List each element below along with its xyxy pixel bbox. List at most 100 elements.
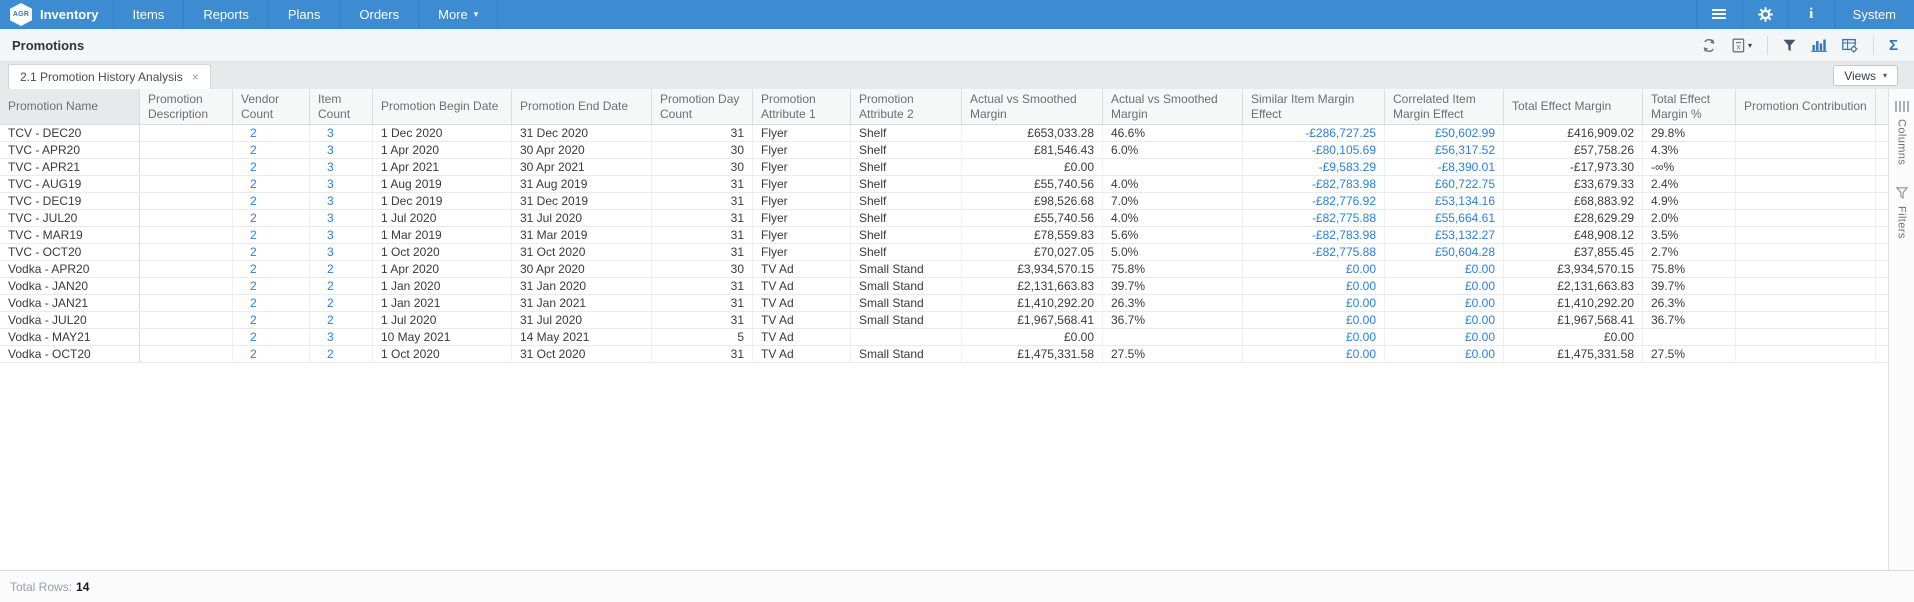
column-header-begin[interactable]: Promotion Begin Date (373, 89, 512, 124)
cell-similar[interactable]: £0.00 (1243, 346, 1385, 362)
cell-correlated[interactable]: £0.00 (1385, 312, 1504, 328)
nav-item-items[interactable]: Items (114, 0, 185, 29)
cell-correlated[interactable]: £60,722.75 (1385, 176, 1504, 192)
cell-correlated[interactable]: £53,134.16 (1385, 193, 1504, 209)
nav-item-plans[interactable]: Plans (269, 0, 341, 29)
table-row[interactable]: TVC - APR21231 Apr 202130 Apr 202130Flye… (0, 159, 1888, 176)
column-header-name[interactable]: Promotion Name (0, 89, 140, 124)
table-row[interactable]: TCV - DEC20231 Dec 202031 Dec 202031Flye… (0, 125, 1888, 142)
table-row[interactable]: TVC - MAR19231 Mar 201931 Mar 201931Flye… (0, 227, 1888, 244)
cell-correlated[interactable]: £56,317.52 (1385, 142, 1504, 158)
cell-vendor[interactable]: 2 (233, 227, 310, 243)
views-button[interactable]: Views ▾ (1833, 65, 1898, 86)
cell-item[interactable]: 3 (310, 227, 373, 243)
column-header-vendor[interactable]: Vendor Count (233, 89, 310, 124)
nav-item-orders[interactable]: Orders (340, 0, 419, 29)
nav-item-more[interactable]: More▾ (419, 0, 498, 29)
cell-vendor[interactable]: 2 (233, 193, 310, 209)
list-menu-button[interactable] (1696, 0, 1742, 29)
cell-vendor[interactable]: 2 (233, 329, 310, 345)
filter-button[interactable] (1783, 39, 1796, 52)
cell-correlated[interactable]: £50,604.28 (1385, 244, 1504, 260)
app-brand[interactable]: AGR Inventory (0, 0, 114, 29)
cell-item[interactable]: 2 (310, 346, 373, 362)
table-row[interactable]: Vodka - APR20221 Apr 202030 Apr 202030TV… (0, 261, 1888, 278)
cell-correlated[interactable]: £0.00 (1385, 295, 1504, 311)
cell-item[interactable]: 3 (310, 193, 373, 209)
cell-correlated[interactable]: £0.00 (1385, 278, 1504, 294)
column-header-desc[interactable]: Promotion Description (140, 89, 233, 124)
cell-correlated[interactable]: £53,132.27 (1385, 227, 1504, 243)
cell-item[interactable]: 3 (310, 244, 373, 260)
tab-promotion-history-analysis[interactable]: 2.1 Promotion History Analysis × (8, 64, 211, 89)
cell-item[interactable]: 2 (310, 295, 373, 311)
cell-item[interactable]: 3 (310, 159, 373, 175)
cell-item[interactable]: 3 (310, 210, 373, 226)
cell-correlated[interactable]: £0.00 (1385, 261, 1504, 277)
cell-vendor[interactable]: 2 (233, 346, 310, 362)
column-header-correlated[interactable]: Correlated Item Margin Effect (1385, 89, 1504, 124)
table-row[interactable]: TVC - APR20231 Apr 202030 Apr 202030Flye… (0, 142, 1888, 159)
filters-panel-button[interactable]: Filters (1896, 187, 1908, 239)
cell-item[interactable]: 2 (310, 278, 373, 294)
table-row[interactable]: Vodka - JUL20221 Jul 202031 Jul 202031TV… (0, 312, 1888, 329)
table-row[interactable]: TVC - AUG19231 Aug 201931 Aug 201931Flye… (0, 176, 1888, 193)
cell-vendor[interactable]: 2 (233, 159, 310, 175)
cell-correlated[interactable]: -£8,390.01 (1385, 159, 1504, 175)
cell-correlated[interactable]: £55,664.61 (1385, 210, 1504, 226)
column-header-avsm_pct[interactable]: Actual vs Smoothed Margin (1103, 89, 1243, 124)
column-header-end[interactable]: Promotion End Date (512, 89, 652, 124)
cell-similar[interactable]: £0.00 (1243, 278, 1385, 294)
cell-correlated[interactable]: £0.00 (1385, 346, 1504, 362)
cell-correlated[interactable]: £50,602.99 (1385, 125, 1504, 141)
cell-vendor[interactable]: 2 (233, 125, 310, 141)
column-header-attr1[interactable]: Promotion Attribute 1 (753, 89, 851, 124)
column-header-attr2[interactable]: Promotion Attribute 2 (851, 89, 962, 124)
cell-similar[interactable]: -£82,775.88 (1243, 210, 1385, 226)
table-row[interactable]: Vodka - JAN21221 Jan 202131 Jan 202131TV… (0, 295, 1888, 312)
cell-item[interactable]: 2 (310, 261, 373, 277)
cell-similar[interactable]: -£9,583.29 (1243, 159, 1385, 175)
system-menu[interactable]: System (1834, 0, 1914, 29)
cell-similar[interactable]: -£80,105.69 (1243, 142, 1385, 158)
export-excel-button[interactable]: x ▾ (1732, 38, 1752, 53)
cell-item[interactable]: 3 (310, 329, 373, 345)
cell-similar[interactable]: -£82,783.98 (1243, 176, 1385, 192)
table-row[interactable]: TVC - JUL20231 Jul 202031 Jul 202031Flye… (0, 210, 1888, 227)
table-settings-button[interactable] (1842, 38, 1858, 53)
info-button[interactable]: i (1788, 0, 1834, 29)
table-row[interactable]: Vodka - OCT20221 Oct 202031 Oct 202031TV… (0, 346, 1888, 363)
column-header-total_pct[interactable]: Total Effect Margin % (1643, 89, 1736, 124)
cell-similar[interactable]: -£82,775.88 (1243, 244, 1385, 260)
table-row[interactable]: TVC - OCT20231 Oct 202031 Oct 202031Flye… (0, 244, 1888, 261)
nav-item-reports[interactable]: Reports (184, 0, 269, 29)
cell-vendor[interactable]: 2 (233, 295, 310, 311)
table-row[interactable]: Vodka - MAY212310 May 202114 May 20215TV… (0, 329, 1888, 346)
column-header-contrib[interactable]: Promotion Contribution (1736, 89, 1876, 124)
cell-similar[interactable]: -£286,727.25 (1243, 125, 1385, 141)
column-header-avsm[interactable]: Actual vs Smoothed Margin (962, 89, 1103, 124)
cell-vendor[interactable]: 2 (233, 278, 310, 294)
column-header-similar[interactable]: Similar Item Margin Effect (1243, 89, 1385, 124)
cell-vendor[interactable]: 2 (233, 176, 310, 192)
cell-item[interactable]: 3 (310, 142, 373, 158)
refresh-button[interactable] (1701, 38, 1717, 53)
cell-item[interactable]: 3 (310, 125, 373, 141)
aggregate-button[interactable]: Σ (1889, 38, 1898, 53)
cell-correlated[interactable]: £0.00 (1385, 329, 1504, 345)
cell-vendor[interactable]: 2 (233, 261, 310, 277)
cell-vendor[interactable]: 2 (233, 210, 310, 226)
cell-similar[interactable]: -£82,783.98 (1243, 227, 1385, 243)
cell-similar[interactable]: £0.00 (1243, 295, 1385, 311)
cell-similar[interactable]: £0.00 (1243, 312, 1385, 328)
cell-vendor[interactable]: 2 (233, 312, 310, 328)
settings-button[interactable] (1742, 0, 1788, 29)
columns-panel-button[interactable]: Columns (1895, 101, 1909, 165)
cell-vendor[interactable]: 2 (233, 244, 310, 260)
cell-similar[interactable]: -£82,776.92 (1243, 193, 1385, 209)
close-icon[interactable]: × (192, 71, 199, 83)
cell-similar[interactable]: £0.00 (1243, 329, 1385, 345)
cell-vendor[interactable]: 2 (233, 142, 310, 158)
table-row[interactable]: TVC - DEC19231 Dec 201931 Dec 201931Flye… (0, 193, 1888, 210)
cell-item[interactable]: 3 (310, 176, 373, 192)
